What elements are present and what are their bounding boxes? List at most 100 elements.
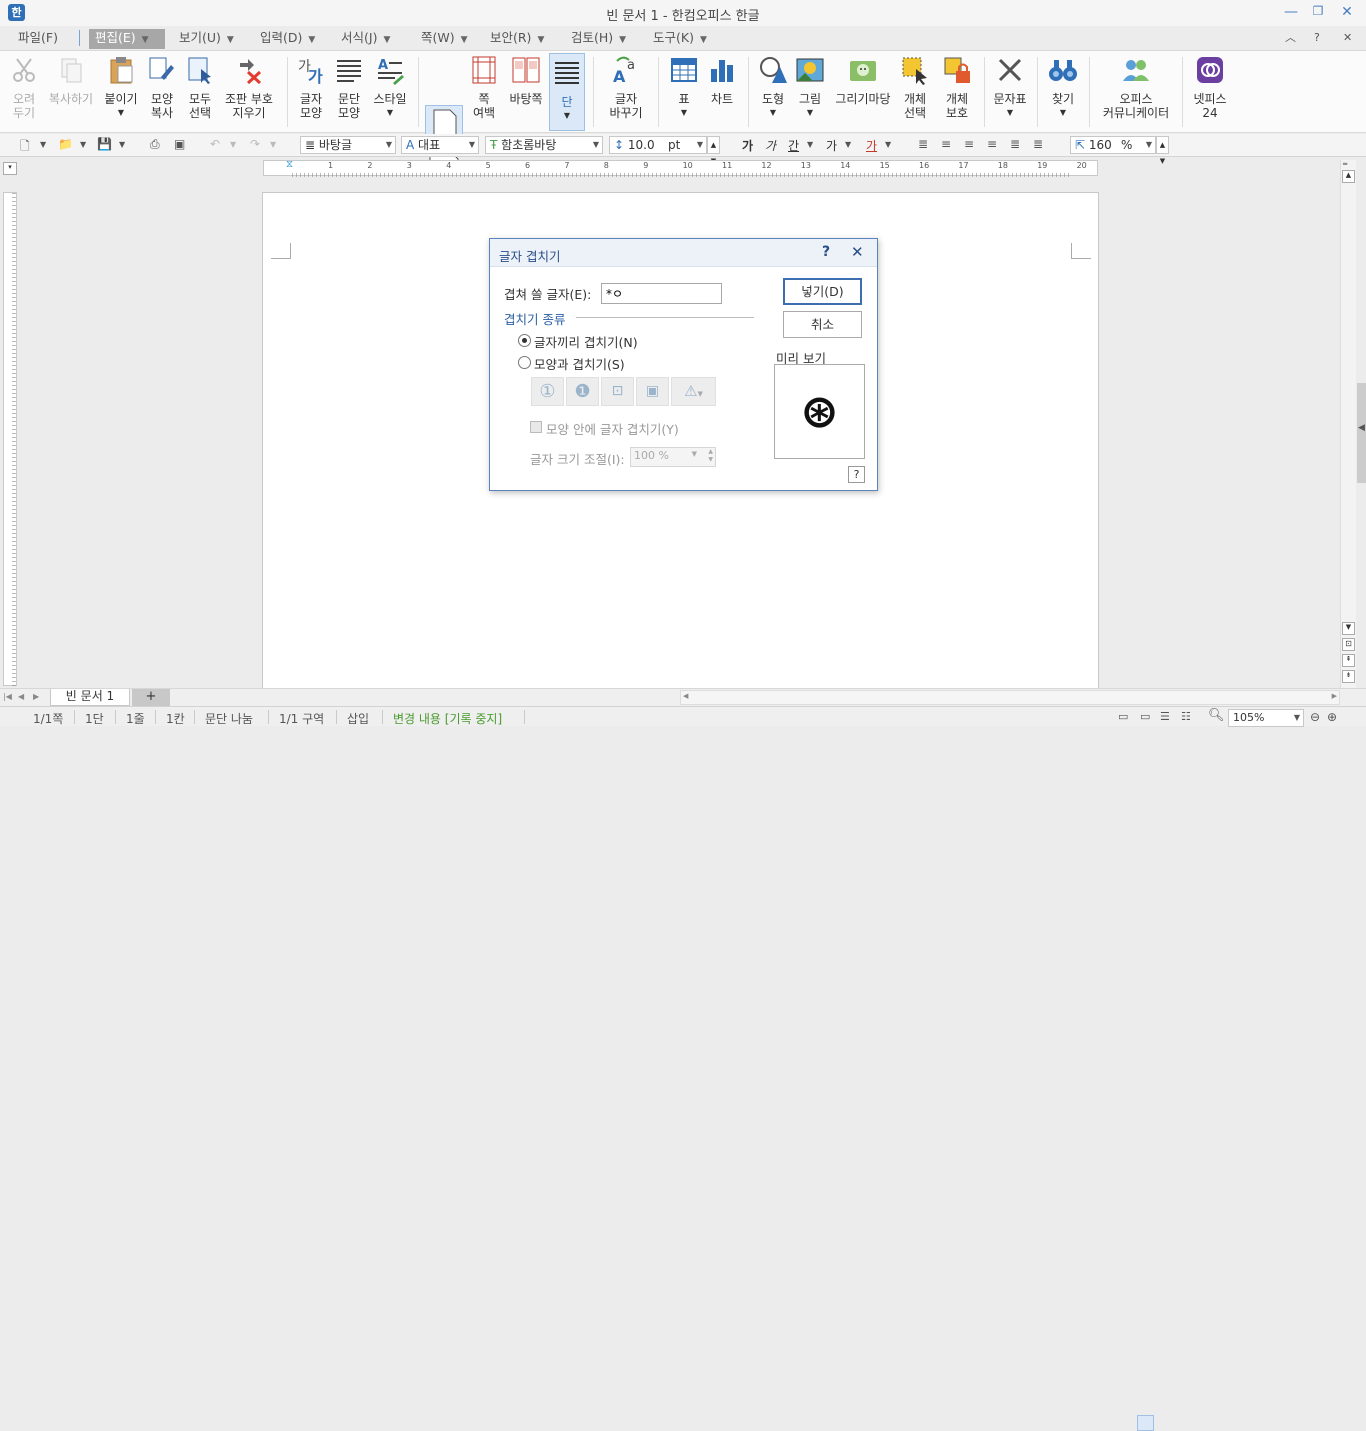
close-icon[interactable]: ✕ — [1337, 4, 1357, 22]
menu-edit[interactable]: 편집(E) ▼ — [89, 29, 165, 49]
strikeout-dropdown-icon[interactable]: ▼ — [845, 140, 851, 149]
align-right-icon[interactable]: ≡ — [987, 137, 997, 151]
zoom-input[interactable]: ⇱ 160 % ▼ — [1070, 136, 1156, 154]
vertical-ruler[interactable] — [3, 192, 17, 687]
menu-security[interactable]: 보안(R) ▼ — [490, 29, 544, 49]
overlap-chars-input[interactable] — [601, 283, 722, 304]
para-shape-button[interactable]: 문단 모양 — [332, 55, 366, 120]
scroll-up-icon[interactable]: ▲ — [1342, 170, 1355, 183]
align-center-icon[interactable]: ≡ — [964, 137, 974, 151]
find-button[interactable]: 찾기 ▼ — [1045, 55, 1081, 120]
shape-square-option[interactable]: ⊡ — [601, 377, 634, 406]
view-page-icon[interactable] — [1137, 1415, 1154, 1431]
change-chars-button[interactable]: Aa 글자 바꾸기 — [604, 55, 648, 120]
bold-button[interactable]: 가 — [742, 137, 753, 154]
font-size-stepper[interactable]: ▲▼ — [707, 136, 720, 165]
object-protect-button[interactable]: 개체 보호 — [938, 55, 976, 120]
shape-dropdown-icon[interactable]: ▼ — [756, 106, 790, 120]
copy-button[interactable]: 복사하기 — [45, 55, 97, 106]
symbol-dropdown-icon[interactable]: ▼ — [991, 106, 1029, 120]
find-dropdown-icon[interactable]: ▼ — [1045, 106, 1081, 120]
save-dropdown-icon[interactable]: ▼ — [119, 140, 125, 149]
doc-close-icon[interactable]: ✕ — [1343, 29, 1352, 49]
shape-circle-option[interactable]: ① — [531, 377, 564, 406]
picture-button[interactable]: 그림 ▼ — [794, 55, 826, 120]
minimize-icon[interactable]: — — [1281, 4, 1301, 22]
cancel-button[interactable]: 취소 — [783, 311, 862, 338]
zoom-level-select[interactable]: 105% ▼ — [1228, 709, 1304, 727]
menu-page[interactable]: 쪽(W) ▼ — [421, 29, 468, 49]
underline-button[interactable]: 간 — [788, 137, 799, 154]
status-insert-mode[interactable]: 삽입 — [347, 710, 369, 727]
dialog-help-button[interactable]: ? — [848, 466, 865, 483]
font-select[interactable]: Ŧ 함초롬바탕 ▼ — [485, 136, 603, 154]
netffice-button[interactable]: 넷피스 24 — [1188, 55, 1232, 120]
redo-dropdown-icon[interactable]: ▼ — [270, 140, 276, 149]
underline-dropdown-icon[interactable]: ▼ — [807, 140, 813, 149]
radio-overlap-chars[interactable] — [518, 334, 531, 347]
style-select[interactable]: ≣ 바탕글 ▼ — [300, 136, 396, 154]
cut-button[interactable]: 오려 두기 — [5, 55, 43, 120]
dialog-close-icon[interactable]: ✕ — [851, 243, 864, 261]
radio-overlap-shape-label[interactable]: 모양과 겹치기(S) — [534, 354, 625, 373]
indent-marker-icon[interactable]: ⧖ — [286, 159, 293, 170]
ribbon-collapse-icon[interactable]: ︿ — [1285, 29, 1296, 49]
zoom-out-icon[interactable]: ⊖ — [1310, 710, 1320, 724]
new-doc-icon[interactable]: 🗋 — [20, 137, 30, 158]
insert-button[interactable]: 넣기(D) — [783, 278, 862, 305]
undo-dropdown-icon[interactable]: ▼ — [230, 140, 236, 149]
object-select-button[interactable]: 개체 선택 — [898, 55, 932, 120]
communicator-button[interactable]: 오피스 커뮤니케이터 — [1096, 55, 1176, 120]
columns-button[interactable]: 단 ▼ — [549, 53, 585, 131]
menu-format[interactable]: 서식(J) ▼ — [341, 29, 390, 49]
shape-inside-checkbox[interactable] — [530, 421, 542, 433]
view-outline-icon[interactable]: ☰ — [1160, 710, 1170, 723]
italic-button[interactable]: 가 — [765, 137, 776, 154]
shape-filled-square-option[interactable]: ▣ — [636, 377, 669, 406]
page-view-icon[interactable]: ⊡ — [1342, 638, 1355, 651]
print-preview-icon[interactable]: ▣ — [174, 137, 185, 151]
shape-triangle-option[interactable]: ⚠▼ — [671, 377, 716, 406]
restore-icon[interactable]: ❐ — [1308, 4, 1328, 22]
zoom-stepper[interactable]: ▲ ▼ — [1156, 136, 1169, 165]
strikeout-button[interactable]: 가 — [826, 137, 837, 154]
next-page-icon[interactable]: ⇟ — [1342, 670, 1355, 683]
open-dropdown-icon[interactable]: ▼ — [80, 140, 86, 149]
view-normal-icon[interactable]: ▭ — [1118, 710, 1128, 723]
split-handle[interactable]: ═ — [1343, 160, 1355, 168]
horizontal-scrollbar[interactable]: ◀ ▶ — [680, 690, 1340, 705]
format-painter-button[interactable]: 모양 복사 — [145, 55, 179, 120]
table-button[interactable]: 표 ▼ — [667, 55, 701, 120]
clipart-button[interactable]: 그리기마당 — [832, 55, 894, 106]
language-select[interactable]: A 대표 ▼ — [401, 136, 479, 154]
radio-overlap-chars-label[interactable]: 글자끼리 겹치기(N) — [534, 332, 638, 351]
zoom-icon[interactable]: 🔍︎ — [1208, 708, 1225, 723]
symbol-button[interactable]: 문자표 ▼ — [991, 55, 1029, 120]
master-page-button[interactable]: 바탕쪽 — [506, 55, 546, 106]
menu-insert[interactable]: 입력(D) ▼ — [260, 29, 315, 49]
font-size-input[interactable]: ↕ 10.0 pt ▼ — [609, 136, 707, 154]
tab-next-icon[interactable]: ▶ — [33, 692, 39, 701]
table-dropdown-icon[interactable]: ▼ — [667, 106, 701, 120]
vertical-scrollbar[interactable]: ═ ▲ ▼ ⊡ ⇞ ⇟ — [1340, 160, 1356, 688]
scroll-left-icon[interactable]: ◀ — [683, 692, 688, 700]
dialog-help-icon[interactable]: ? — [822, 244, 830, 260]
font-color-button[interactable]: 가 — [866, 137, 877, 154]
horizontal-ruler[interactable]: 1 2 3 4 5 6 7 8 9 10 11 12 13 14 15 16 17 18 19 20 ⧖ — [263, 159, 1098, 177]
paste-dropdown-icon[interactable]: ▼ — [100, 106, 142, 120]
scroll-right-icon[interactable]: ▶ — [1332, 692, 1337, 700]
menu-review[interactable]: 검토(H) ▼ — [571, 29, 626, 49]
menu-file[interactable]: 파일(F) — [18, 29, 58, 49]
page-margin-button[interactable]: 쪽 여백 — [466, 55, 502, 120]
tab-prev-icon[interactable]: ◀ — [18, 692, 24, 701]
add-tab-button[interactable]: + — [132, 689, 170, 706]
save-icon[interactable]: 💾 — [97, 137, 112, 151]
style-dropdown-icon[interactable]: ▼ — [370, 106, 410, 120]
ruler-corner-button[interactable]: ▾ — [3, 162, 17, 175]
style-button[interactable]: A 스타일 ▼ — [370, 55, 410, 120]
shape-button[interactable]: 도형 ▼ — [756, 55, 790, 120]
chart-button[interactable]: 차트 — [705, 55, 739, 106]
doc-tab[interactable]: 빈 문서 1 — [50, 689, 130, 706]
menu-view[interactable]: 보기(U) ▼ — [179, 29, 234, 49]
new-doc-dropdown-icon[interactable]: ▼ — [40, 140, 46, 149]
